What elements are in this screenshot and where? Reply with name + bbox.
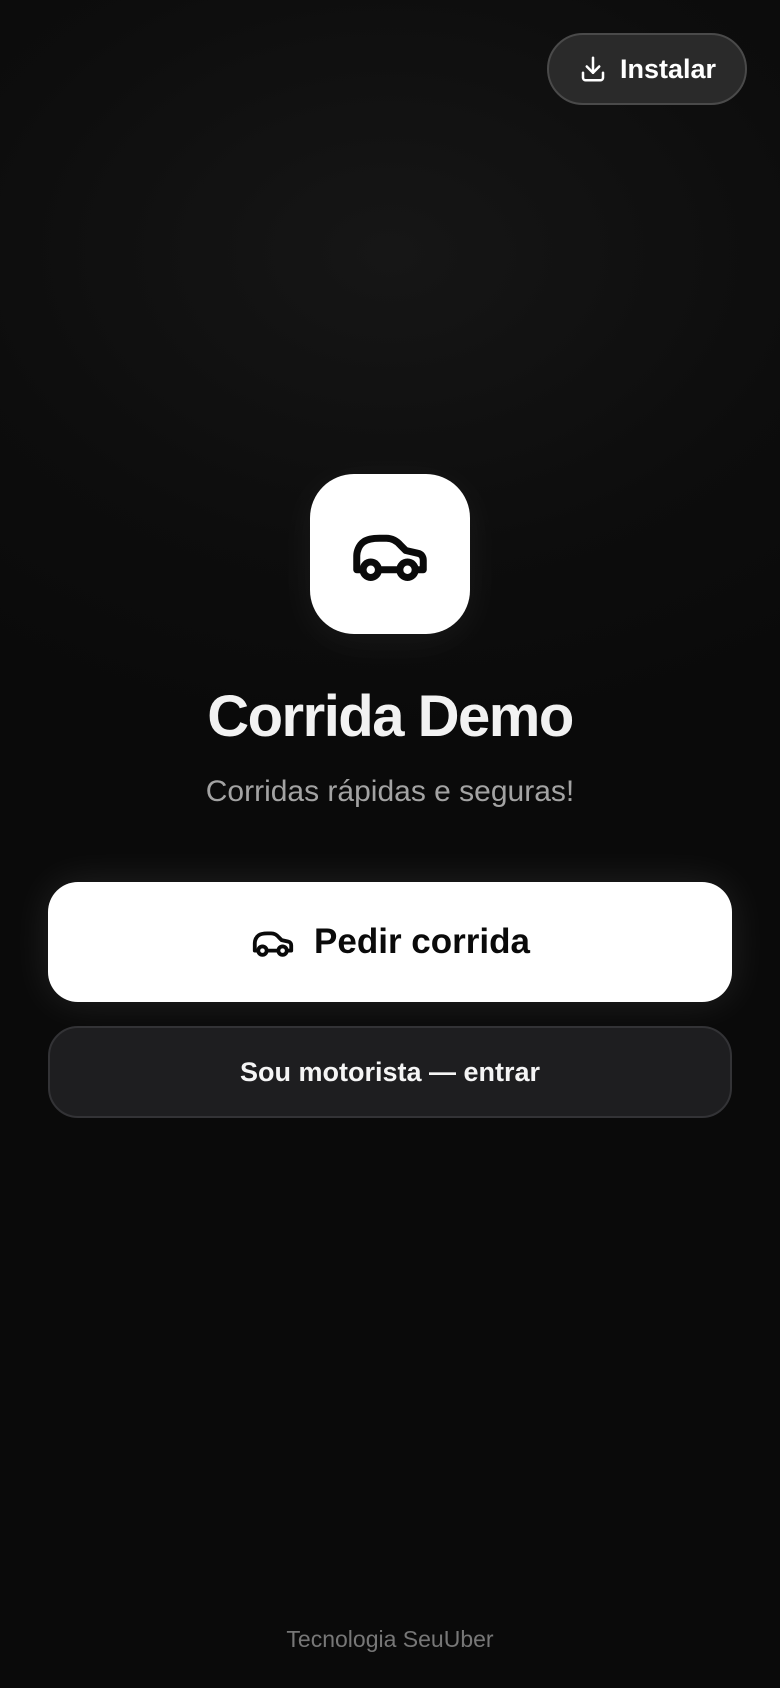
- install-button-label: Instalar: [619, 53, 717, 84]
- install-button[interactable]: Instalar: [547, 33, 747, 105]
- app-subtitle: Corridas rápidas e seguras!: [205, 775, 575, 808]
- driver-login-button[interactable]: Sou motorista — entrar: [48, 1026, 732, 1118]
- app-logo: [310, 474, 470, 634]
- download-icon: [578, 54, 608, 84]
- car-icon: [353, 534, 427, 581]
- request-ride-button[interactable]: Pedir corrida: [48, 882, 732, 1002]
- app-title: Corrida Demo: [207, 684, 574, 749]
- driver-login-button-label: Sou motorista — entrar: [239, 1056, 541, 1087]
- app-screen: Instalar Corrida Demo Corridas rápidas e…: [0, 0, 780, 1688]
- car-icon: [252, 931, 294, 957]
- footer-credit: Tecnologia SeuUber: [286, 1626, 494, 1652]
- request-ride-button-label: Pedir corrida: [314, 922, 530, 961]
